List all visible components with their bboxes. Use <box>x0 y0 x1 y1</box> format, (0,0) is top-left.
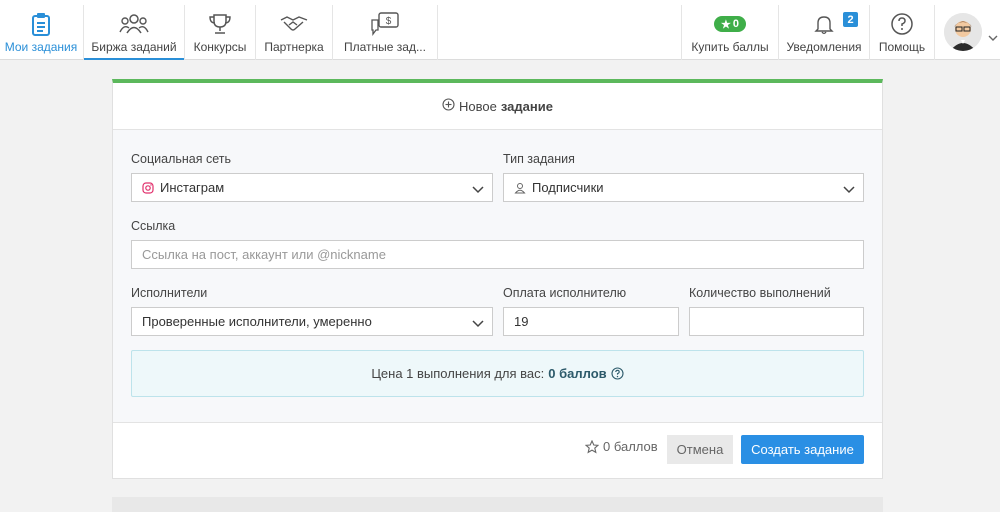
performers-label: Исполнители <box>131 286 208 300</box>
nav-help[interactable]: Помощь <box>870 5 934 60</box>
price-info-box: Цена 1 выполнения для вас: 0 баллов <box>131 350 864 397</box>
nav-notifications-label: Уведомления <box>786 40 862 54</box>
points-badge-wrap: ★ 0 <box>714 12 746 36</box>
link-input[interactable]: Ссылка на пост, аккаунт или @nickname <box>131 240 864 269</box>
instagram-icon <box>142 181 154 194</box>
link-input-placeholder: Ссылка на пост, аккаунт или @nickname <box>142 247 386 262</box>
link-label: Ссылка <box>131 219 176 233</box>
task-type-select[interactable]: Подписчики <box>503 173 864 202</box>
nav-exchange[interactable]: Биржа заданий <box>84 5 184 60</box>
avatar <box>944 13 982 51</box>
star-outline-icon <box>585 439 599 454</box>
nav-help-label: Помощь <box>878 40 926 54</box>
card-title-bold: задание <box>500 98 553 114</box>
count-label: Количество выполнений <box>689 286 831 300</box>
chevron-down-icon <box>843 182 855 197</box>
user-menu[interactable] <box>944 13 1000 53</box>
nav-paid-tasks[interactable]: $ Платные зад... <box>333 5 437 60</box>
next-card-edge <box>112 497 883 512</box>
nav-contests-label: Конкурсы <box>193 40 247 54</box>
count-input[interactable] <box>689 307 864 336</box>
nav-exchange-label: Биржа заданий <box>91 40 177 54</box>
nav-buy-points-label: Купить баллы <box>691 40 769 54</box>
chevron-down-icon <box>988 29 998 44</box>
top-navigation: Мои задания Биржа заданий Конкурсы Партн… <box>0 5 1000 60</box>
price-text: Цена 1 выполнения для вас: <box>371 366 545 381</box>
points-badge: ★ 0 <box>714 16 746 32</box>
payment-value: 19 <box>514 314 529 329</box>
nav-notifications[interactable]: 2 Уведомления <box>779 5 869 60</box>
create-task-button[interactable]: Создать задание <box>741 435 864 464</box>
star-icon: ★ <box>721 18 731 31</box>
card-body: Социальная сеть Инстаграм Тип задания По… <box>113 130 882 423</box>
divider <box>934 5 935 60</box>
users-icon <box>119 12 149 36</box>
chevron-down-icon <box>472 182 484 197</box>
notifications-count-badge: 2 <box>843 12 858 27</box>
performers-value: Проверенные исполнители, умеренно <box>142 314 372 329</box>
clipboard-icon <box>31 12 51 36</box>
nav-contests[interactable]: Конкурсы <box>185 5 255 60</box>
new-task-card: Новое задание Социальная сеть Инстаграм … <box>112 79 883 479</box>
user-icon <box>514 182 526 194</box>
nav-my-tasks-label: Мои задания <box>4 40 78 54</box>
social-network-value: Инстаграм <box>160 180 225 195</box>
divider <box>437 5 438 60</box>
trophy-icon <box>207 12 233 36</box>
nav-partnership[interactable]: Партнерка <box>256 5 332 60</box>
chevron-down-icon <box>472 316 484 331</box>
question-circle-icon <box>890 12 914 36</box>
points-display: 0 баллов <box>585 439 658 454</box>
bell-icon <box>813 12 835 36</box>
card-footer: 0 баллов Отмена Создать задание <box>113 423 882 478</box>
dollar-chat-icon: $ <box>370 12 400 36</box>
question-circle-icon[interactable] <box>611 367 624 380</box>
svg-text:$: $ <box>386 16 392 27</box>
nav-buy-points[interactable]: ★ 0 Купить баллы <box>682 5 778 60</box>
task-type-label: Тип задания <box>503 152 575 166</box>
payment-label: Оплата исполнителю <box>503 286 627 300</box>
task-type-value: Подписчики <box>532 180 604 195</box>
nav-partnership-label: Партнерка <box>264 40 324 54</box>
cancel-button[interactable]: Отмена <box>667 435 733 464</box>
handshake-icon <box>279 12 309 36</box>
payment-input[interactable]: 19 <box>503 307 679 336</box>
points-badge-count: 0 <box>732 18 739 30</box>
social-network-label: Социальная сеть <box>131 152 231 166</box>
points-value: 0 баллов <box>603 439 658 454</box>
price-value: 0 баллов <box>548 366 607 381</box>
nav-my-tasks[interactable]: Мои задания <box>0 5 82 60</box>
nav-paid-tasks-label: Платные зад... <box>344 40 426 54</box>
card-header: Новое задание <box>113 83 882 130</box>
social-network-select[interactable]: Инстаграм <box>131 173 493 202</box>
performers-select[interactable]: Проверенные исполнители, умеренно <box>131 307 493 336</box>
plus-circle-icon <box>442 98 455 114</box>
card-title-prefix: Новое <box>459 98 497 114</box>
